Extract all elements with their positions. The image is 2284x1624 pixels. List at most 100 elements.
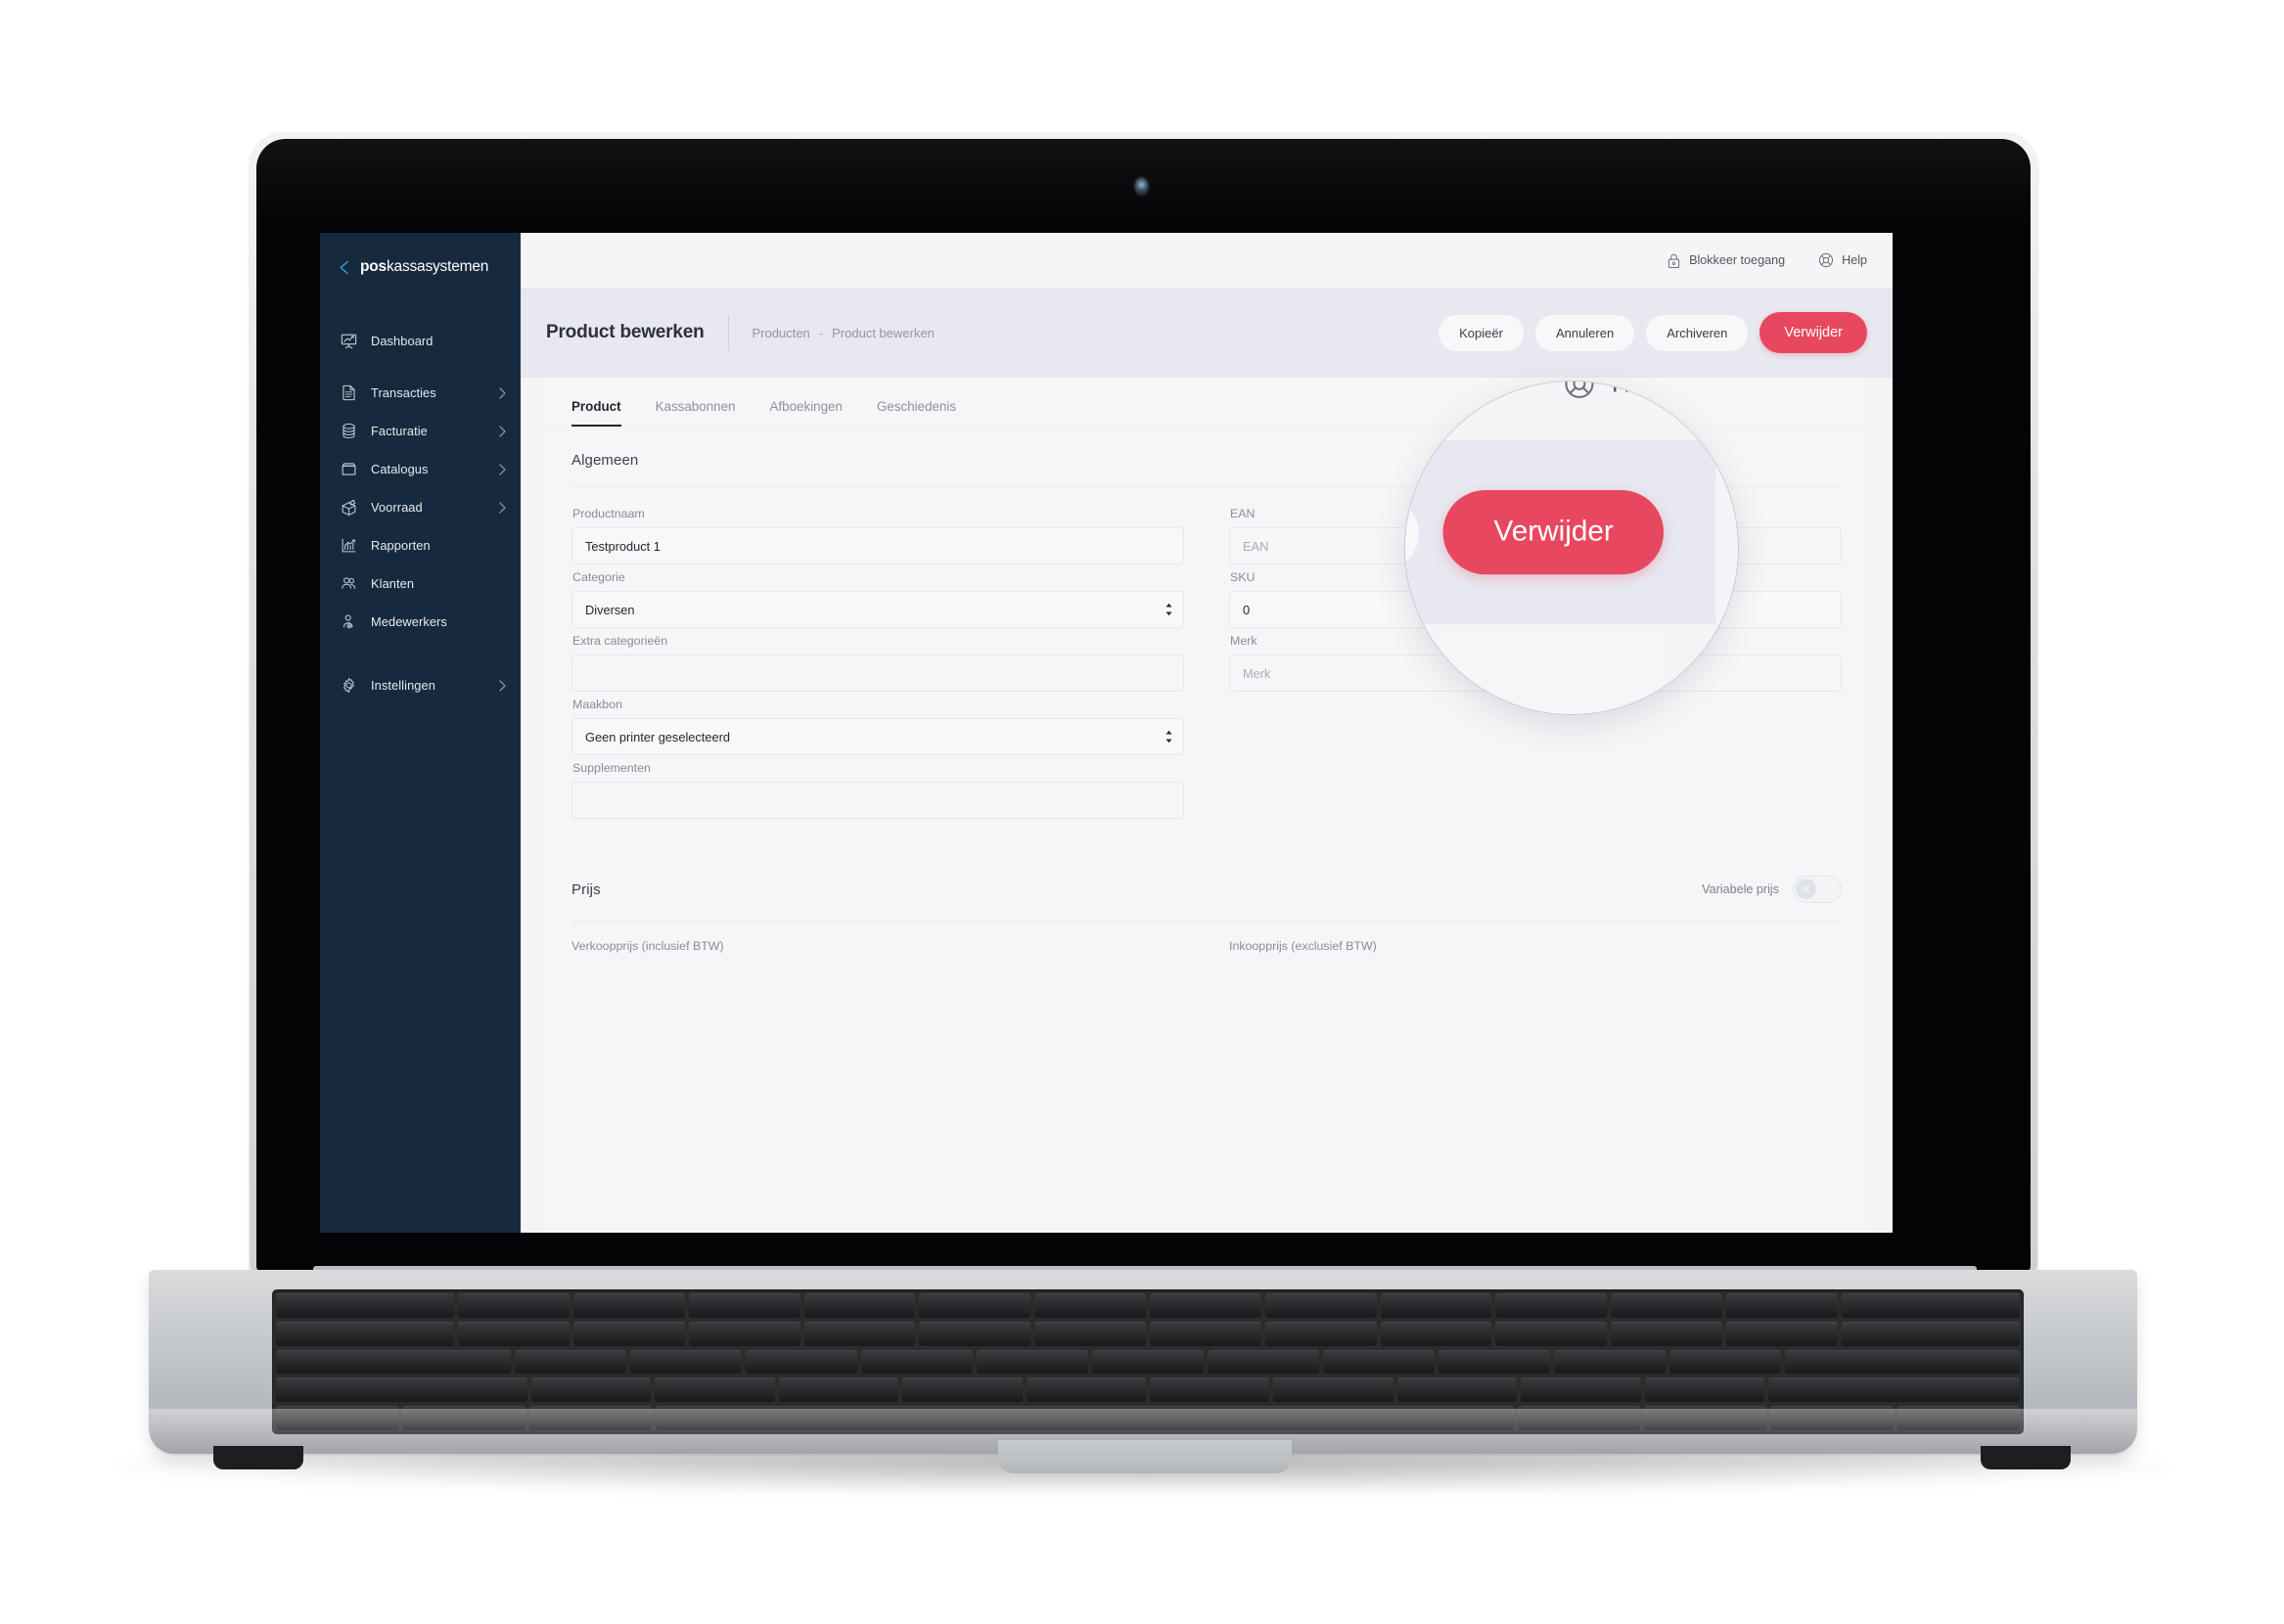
box-folder-icon <box>342 463 356 475</box>
sidebar-item-label: Transacties <box>371 385 436 400</box>
categorie-select[interactable]: Diversen <box>571 591 1184 628</box>
content-card: Product Kassabonnen Afboekingen Geschied… <box>546 378 1867 1233</box>
buy-price-label: Inkoopprijs (exclusief BTW) <box>1229 939 1377 953</box>
copy-button[interactable]: Kopieër <box>1439 314 1524 351</box>
base-foot-right <box>1981 1446 2071 1469</box>
bar-chart-arrow-icon <box>342 538 356 553</box>
price-fields-row: Verkoopprijs (inclusief BTW) Inkoopprijs… <box>546 922 1867 953</box>
chevron-diamond-logo-icon <box>340 260 348 274</box>
sidebar-item-dashboard[interactable]: Dashboard <box>320 322 521 360</box>
block-access-label: Blokkeer toegang <box>1689 253 1786 267</box>
field-extra-categorieen: Extra categorieën <box>571 634 1184 692</box>
tab-geschiedenis[interactable]: Geschiedenis <box>877 399 956 426</box>
general-fields-grid: Productnaam EAN Categorie <box>546 487 1867 825</box>
field-sku: SKU <box>1229 570 1842 628</box>
brand-rest: kassasystemen <box>386 258 489 275</box>
page-actions: Kopieër Annuleren Archiveren Verwijder <box>1439 312 1867 353</box>
field-label: Productnaam <box>572 507 645 520</box>
field-ean: EAN <box>1229 507 1842 564</box>
field-productnaam: Productnaam <box>571 507 1184 564</box>
sidebar-item-facturatie[interactable]: Facturatie <box>320 412 521 450</box>
sidebar: poskassasystemen Dashboard Transacties F… <box>320 233 521 1233</box>
sidebar-item-rapporten[interactable]: Rapporten <box>320 526 521 564</box>
sidebar-item-instellingen[interactable]: Instellingen <box>320 666 521 704</box>
keyboard-row <box>276 1321 2020 1346</box>
maakbon-select[interactable]: Geen printer geselecteerd <box>571 718 1184 755</box>
help-label: Help <box>1842 253 1867 267</box>
sidebar-item-label: Rapporten <box>371 538 431 553</box>
keyboard-row <box>276 1293 2020 1318</box>
sidebar-item-label: Facturatie <box>371 424 428 438</box>
chevron-right-icon <box>499 501 506 514</box>
topbar: Blokkeer toegang Help <box>521 233 1893 288</box>
tab-product[interactable]: Product <box>571 399 621 427</box>
breadcrumb-item-current[interactable]: Product bewerken <box>832 326 935 340</box>
price-section-header: Prijs Variabele prijs <box>546 825 1867 903</box>
cancel-button[interactable]: Annuleren <box>1534 314 1635 351</box>
grid-filler <box>1229 698 1842 761</box>
supplementen-input[interactable] <box>571 782 1184 819</box>
price-heading: Prijs <box>571 880 601 898</box>
sidebar-item-label: Dashboard <box>371 334 434 348</box>
webcam-icon <box>1135 178 1148 195</box>
variable-price-label: Variabele prijs <box>1702 882 1779 896</box>
sidebar-item-voorraad[interactable]: Voorraad <box>320 488 521 526</box>
field-categorie: Categorie Diversen <box>571 570 1184 628</box>
tab-afboekingen[interactable]: Afboekingen <box>770 399 843 426</box>
delete-button[interactable]: Verwijder <box>1759 312 1867 353</box>
brand-logo[interactable]: poskassasystemen <box>320 233 521 276</box>
sidebar-item-transacties[interactable]: Transacties <box>320 374 521 412</box>
sidebar-item-label: Voorraad <box>371 500 423 515</box>
sidebar-item-label: Instellingen <box>371 678 435 693</box>
base-foot-left <box>213 1446 303 1469</box>
brand-bold: pos <box>360 258 387 275</box>
header-divider <box>727 315 729 350</box>
field-merk: Merk <box>1229 634 1842 692</box>
variable-price-toggle[interactable] <box>1793 876 1842 903</box>
app-window: poskassasystemen Dashboard <box>320 233 1893 1233</box>
sku-input[interactable] <box>1229 591 1842 628</box>
merk-input[interactable] <box>1229 654 1842 692</box>
toggle-knob <box>1796 879 1816 899</box>
field-label: SKU <box>1230 570 1256 584</box>
close-x-icon <box>1803 885 1809 892</box>
field-label: EAN <box>1230 507 1256 520</box>
sidebar-item-klanten[interactable]: Klanten <box>320 564 521 603</box>
field-supplementen: Supplementen <box>571 761 1184 819</box>
laptop-device: poskassasystemen Dashboard Transacties F… <box>0 0 2284 1624</box>
categorie-select-wrap: Diversen <box>571 591 1184 628</box>
block-access-button[interactable]: Blokkeer toegang <box>1667 252 1785 269</box>
breadcrumb-item-producten[interactable]: Producten <box>753 326 810 340</box>
open-box-package-icon <box>342 499 356 516</box>
field-label: Categorie <box>572 570 625 584</box>
field-label: Supplementen <box>572 761 651 775</box>
lifebuoy-support-icon <box>1819 252 1834 268</box>
archive-button[interactable]: Archiveren <box>1646 314 1749 351</box>
breadcrumb: Producten - Product bewerken <box>753 326 935 340</box>
sidebar-item-label: Klanten <box>371 576 415 591</box>
main-content: Blokkeer toegang Help Product b <box>521 233 1893 1233</box>
breadcrumb-separator: - <box>818 325 824 340</box>
productnaam-input[interactable] <box>571 527 1184 564</box>
screen-viewport: poskassasystemen Dashboard Transacties F… <box>320 233 1893 1233</box>
keyboard-row <box>276 1377 2020 1403</box>
field-maakbon: Maakbon Geen printer geselecteerd <box>571 698 1184 755</box>
maakbon-select-wrap: Geen printer geselecteerd <box>571 718 1184 755</box>
chevron-right-icon <box>499 463 506 475</box>
chevron-right-icon <box>499 425 506 437</box>
sidebar-nav: Dashboard Transacties Facturatie Catalog… <box>320 322 521 704</box>
sidebar-item-catalogus[interactable]: Catalogus <box>320 450 521 488</box>
help-button[interactable]: Help <box>1818 252 1867 268</box>
sidebar-item-medewerkers[interactable]: Medewerkers <box>320 603 521 641</box>
chevron-right-icon <box>499 679 506 692</box>
sidebar-item-label: Medewerkers <box>371 614 447 629</box>
general-heading: Algemeen <box>571 452 639 469</box>
ean-input[interactable] <box>1229 527 1842 564</box>
field-label: Maakbon <box>572 698 622 711</box>
dashboard-presentation-icon <box>341 334 357 349</box>
tab-kassabonnen[interactable]: Kassabonnen <box>656 399 736 426</box>
extra-categorieen-input[interactable] <box>571 654 1184 692</box>
field-label: Extra categorieën <box>572 634 668 648</box>
keyboard-row <box>276 1349 2020 1375</box>
